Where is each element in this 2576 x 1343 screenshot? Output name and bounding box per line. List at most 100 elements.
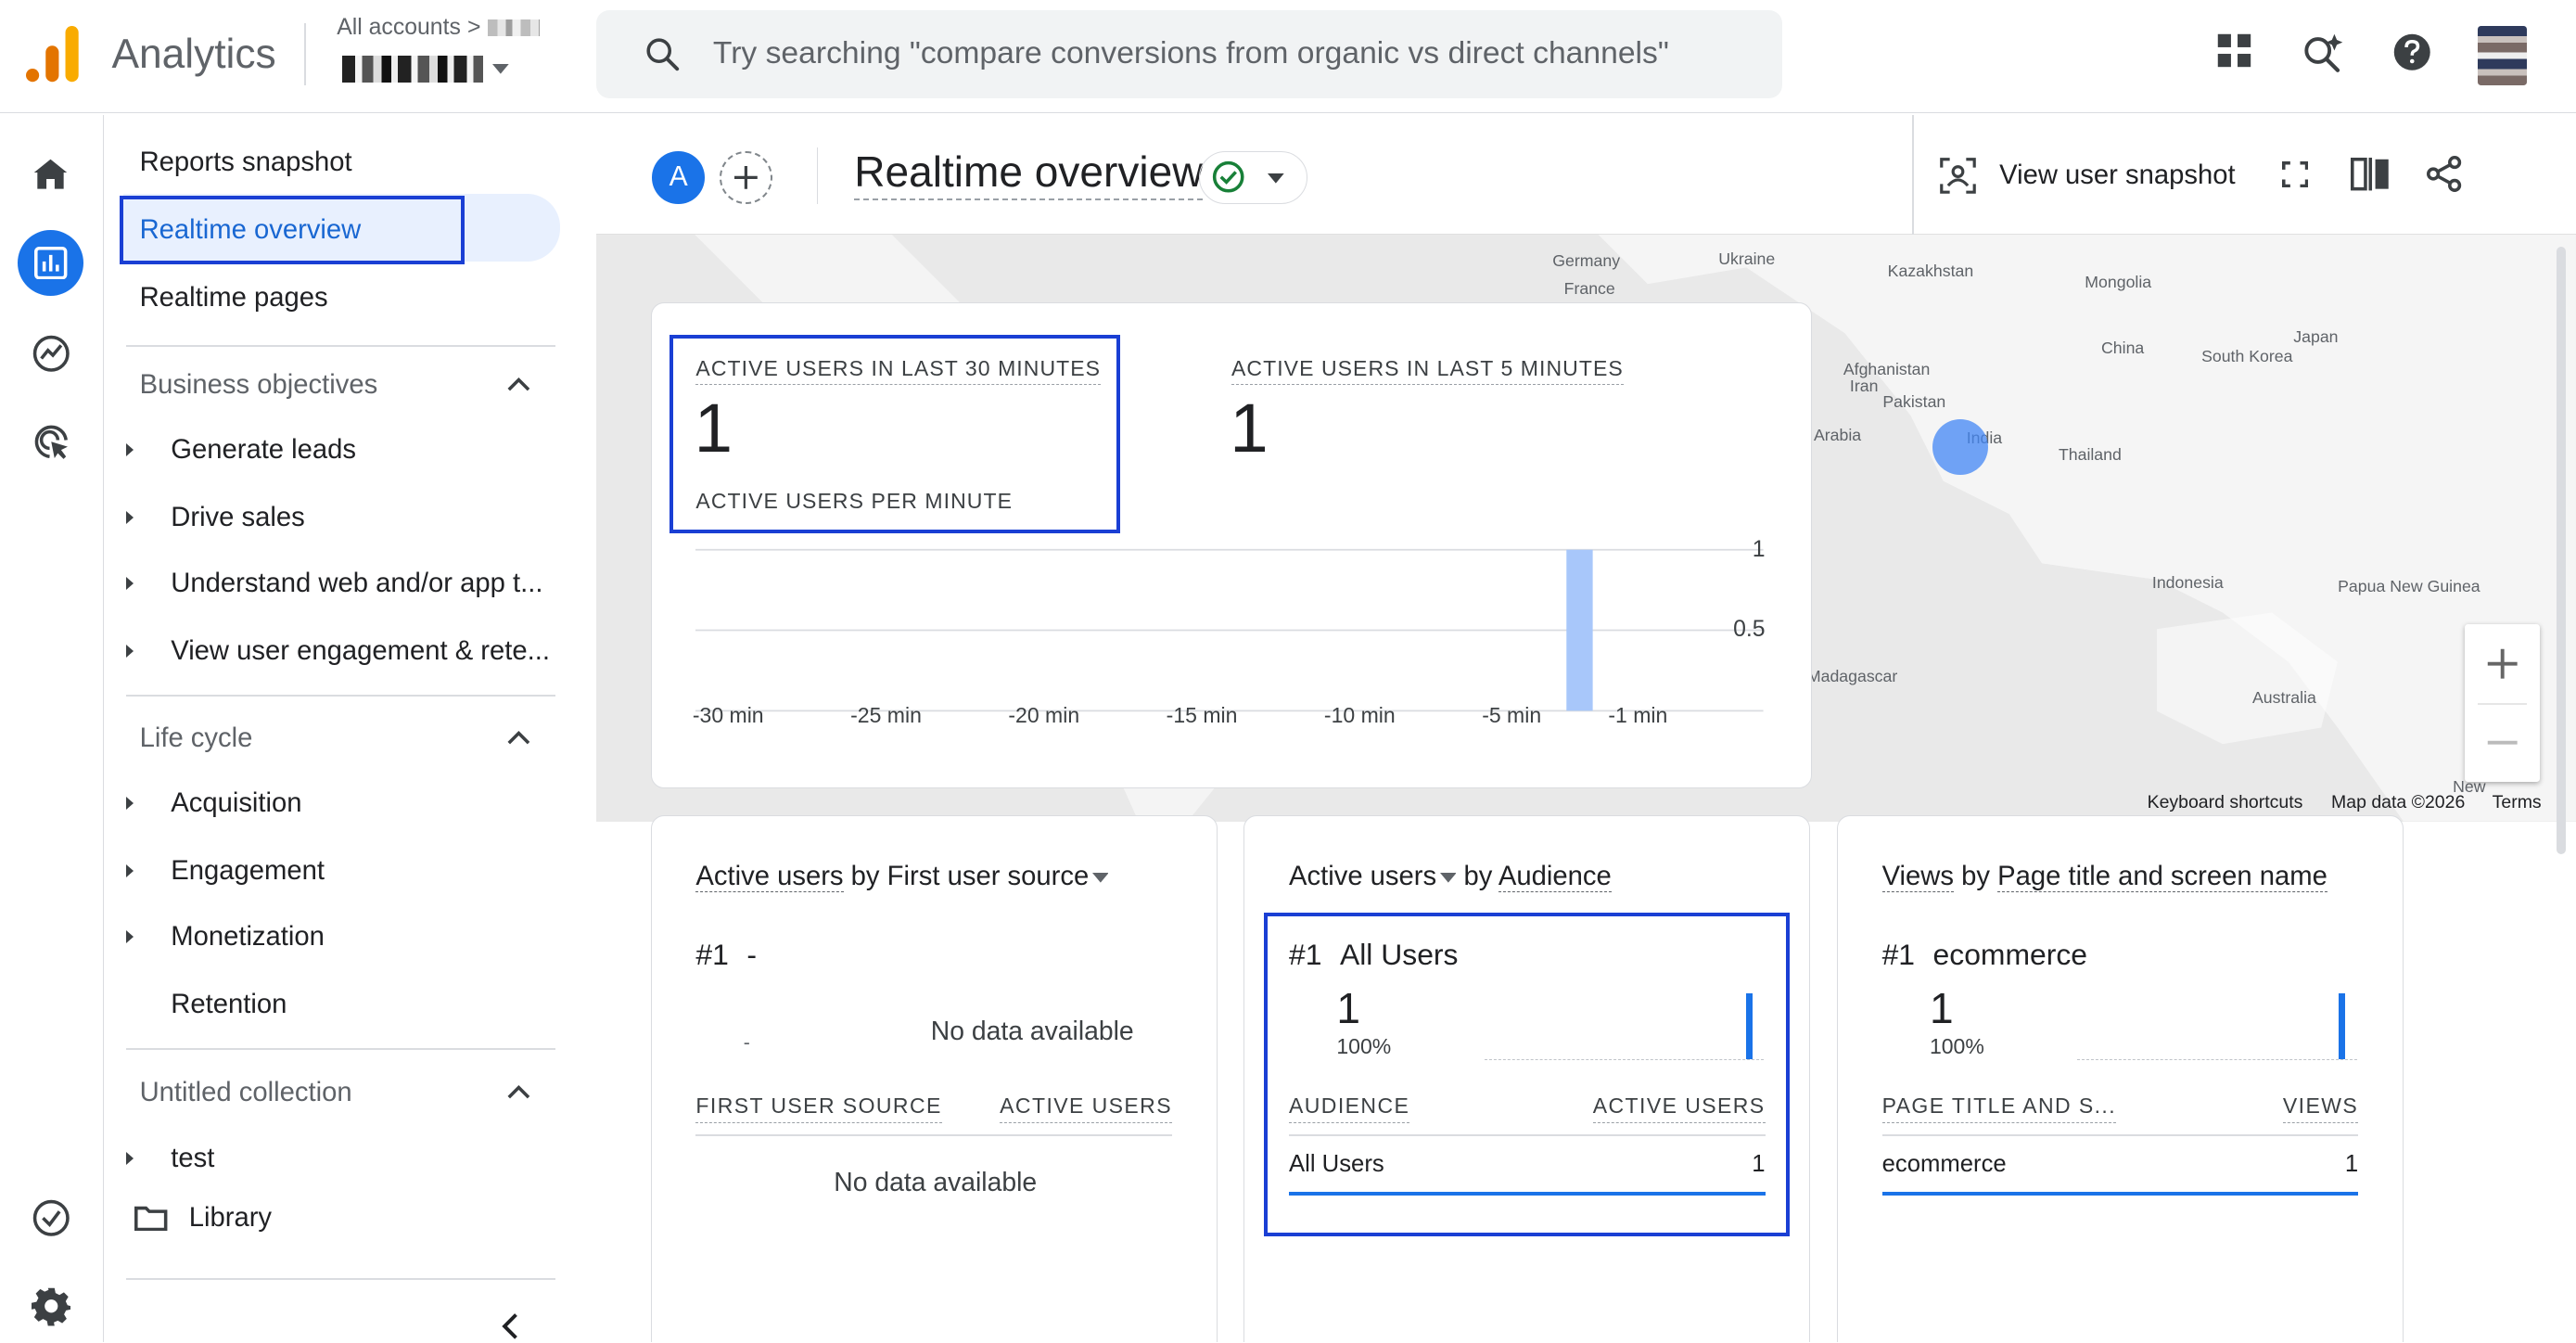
- card-title: Views by Page title and screen name: [1881, 862, 2327, 893]
- search-insights-icon[interactable]: [2302, 32, 2344, 75]
- nav-monetization[interactable]: Monetization: [171, 922, 325, 953]
- expand-arrow-icon[interactable]: [126, 576, 134, 590]
- divider: [1912, 115, 1915, 236]
- nav-retention[interactable]: Retention: [171, 990, 287, 1020]
- rank-name: ecommerce: [1932, 937, 2088, 971]
- view-user-snapshot-button[interactable]: View user snapshot: [1940, 151, 2236, 200]
- map-label: France: [1563, 279, 1615, 299]
- zoom-in-icon[interactable]: [2486, 647, 2519, 680]
- share-icon[interactable]: [2426, 156, 2463, 193]
- rank-number: #1: [695, 937, 729, 971]
- all-accounts-label[interactable]: All accounts: [337, 15, 461, 41]
- nav-understand-traffic[interactable]: Understand web and/or app t...: [171, 569, 542, 599]
- column-header-first-user-source[interactable]: FIRST USER SOURCE: [695, 1094, 942, 1123]
- page-title-card: Views by Page title and screen name #1 e…: [1836, 814, 2404, 1343]
- section-business-objectives[interactable]: Business objectives: [140, 370, 378, 401]
- search-input[interactable]: Try searching "compare conversions from …: [596, 9, 1783, 99]
- map-label: Thailand: [2058, 445, 2122, 465]
- avatar[interactable]: [2477, 26, 2527, 86]
- app-title: Analytics: [111, 31, 276, 77]
- add-comparison-button[interactable]: [720, 150, 772, 204]
- fullscreen-icon[interactable]: [2281, 160, 2309, 187]
- audience-card: Active users by Audience #1 All Users 1 …: [1243, 814, 1811, 1343]
- map-label: Indonesia: [2151, 573, 2224, 593]
- active-users-5min-label[interactable]: ACTIVE USERS IN LAST 5 MINUTES: [1231, 356, 1624, 386]
- first-user-source-card: Active users by First user source #1 - -…: [650, 814, 1218, 1343]
- column-header-views[interactable]: VIEWS: [2282, 1094, 2359, 1123]
- section-untitled-collection[interactable]: Untitled collection: [140, 1078, 352, 1108]
- nav-drive-sales[interactable]: Drive sales: [171, 503, 305, 533]
- zoom-out-icon[interactable]: [2486, 726, 2519, 759]
- map-label: Arabia: [1813, 425, 1862, 444]
- annotation-box: [1264, 913, 1791, 1237]
- scrollbar[interactable]: [2556, 246, 2567, 855]
- page-header: A Realtime overview View user snapshot: [596, 115, 2576, 236]
- analytics-logo[interactable]: [26, 26, 80, 83]
- top-rank: #1 ecommerce: [1882, 938, 2087, 972]
- divider: [695, 1134, 1173, 1137]
- apps-grid-icon[interactable]: [2216, 32, 2252, 69]
- metric-selector[interactable]: Active users: [695, 862, 844, 893]
- dimension-selector[interactable]: First user source: [887, 862, 1090, 891]
- expand-arrow-icon[interactable]: [126, 863, 134, 877]
- sparkline-baseline: [2077, 1058, 2357, 1061]
- chart-bar[interactable]: [1566, 549, 1594, 711]
- advertising-icon[interactable]: [26, 417, 75, 467]
- explore-icon[interactable]: [26, 328, 75, 377]
- column-header-active-users[interactable]: ACTIVE USERS: [1000, 1094, 1172, 1123]
- chevron-left-icon[interactable]: [498, 1311, 524, 1341]
- nav-test[interactable]: test: [171, 1144, 214, 1174]
- dimension-selector[interactable]: Page title and screen name: [1997, 862, 2327, 893]
- reports-icon[interactable]: [18, 230, 84, 296]
- home-icon[interactable]: [26, 149, 75, 198]
- help-icon[interactable]: [2392, 32, 2432, 72]
- active-user-location-marker[interactable]: [1932, 418, 1988, 475]
- x-tick-label: -15 min: [1166, 702, 1238, 727]
- rank-number: #1: [1881, 937, 1916, 971]
- map-label: Kazakhstan: [1887, 261, 1974, 280]
- chevron-up-icon[interactable]: [507, 1084, 530, 1099]
- expand-arrow-icon[interactable]: [126, 797, 134, 811]
- account-breadcrumb[interactable]: All accounts >: [337, 15, 541, 41]
- divider: [303, 22, 306, 86]
- nav-acquisition[interactable]: Acquisition: [171, 788, 301, 819]
- caret-down-icon[interactable]: [1091, 873, 1109, 883]
- expand-arrow-icon[interactable]: [126, 644, 134, 658]
- x-tick-label: -1 min: [1608, 702, 1668, 727]
- row-share-bar: [1881, 1192, 2359, 1196]
- nav-reports-snapshot[interactable]: Reports snapshot: [140, 147, 352, 178]
- metric-selector[interactable]: Active users: [1289, 862, 1436, 891]
- nav-generate-leads[interactable]: Generate leads: [171, 435, 356, 466]
- caret-down-icon[interactable]: [1439, 873, 1457, 883]
- expand-arrow-icon[interactable]: [126, 929, 134, 943]
- annotation-box: [120, 195, 465, 265]
- keyboard-shortcuts-link[interactable]: Keyboard shortcuts: [2148, 792, 2303, 813]
- divider: [126, 345, 555, 347]
- map-label: China: [2101, 338, 2145, 357]
- terms-link[interactable]: Terms: [2493, 792, 2542, 813]
- table-row-name[interactable]: ecommerce: [1882, 1151, 2007, 1178]
- expand-arrow-icon[interactable]: [126, 510, 134, 524]
- nav-realtime-pages[interactable]: Realtime pages: [140, 283, 328, 313]
- chevron-up-icon[interactable]: [507, 730, 530, 745]
- top-percentage: 100%: [1929, 1034, 1984, 1059]
- metric-selector[interactable]: Views: [1881, 862, 1954, 893]
- nav-engagement[interactable]: Engagement: [171, 856, 325, 887]
- nav-user-engagement[interactable]: View user engagement & rete...: [171, 636, 550, 667]
- expand-arrow-icon[interactable]: [126, 1151, 134, 1165]
- section-life-cycle[interactable]: Life cycle: [140, 723, 253, 754]
- top-rank: #1 -: [695, 938, 757, 972]
- dimension-selector[interactable]: Audience: [1498, 862, 1612, 893]
- expand-arrow-icon[interactable]: [126, 443, 134, 457]
- configure-icon[interactable]: [26, 1193, 75, 1242]
- settings-gear-icon[interactable]: [26, 1282, 75, 1331]
- comparison-badge[interactable]: A: [652, 150, 706, 204]
- compare-columns-icon[interactable]: [2351, 158, 2391, 191]
- chevron-up-icon[interactable]: [507, 377, 530, 391]
- status-dropdown[interactable]: [1199, 150, 1308, 204]
- map-label: South Korea: [2201, 346, 2293, 365]
- column-header-page-title[interactable]: PAGE TITLE AND S...: [1881, 1094, 2117, 1123]
- nav-library[interactable]: Library: [189, 1203, 272, 1234]
- property-selector[interactable]: [341, 56, 510, 83]
- no-data-message: No data available: [834, 1167, 1038, 1197]
